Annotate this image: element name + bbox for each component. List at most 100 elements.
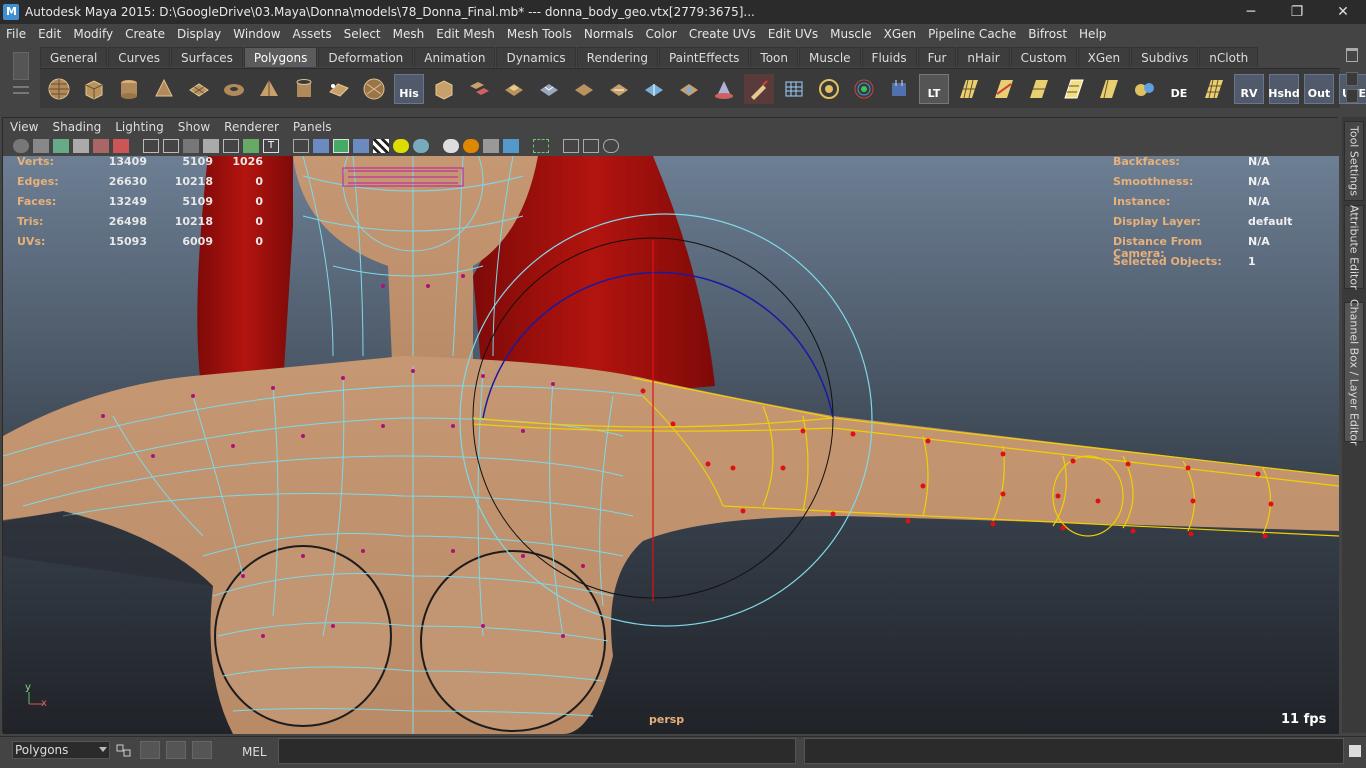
fill-hole-icon[interactable] xyxy=(674,74,704,104)
shelf-tab-animation[interactable]: Animation xyxy=(414,47,496,67)
extract-icon[interactable] xyxy=(499,74,529,104)
bookmark-icon[interactable] xyxy=(53,139,69,153)
depth-of-field-icon[interactable] xyxy=(503,139,519,153)
smooth-icon[interactable] xyxy=(534,74,564,104)
xray-icon[interactable] xyxy=(353,139,369,153)
menu-modify[interactable]: Modify xyxy=(67,27,119,41)
ambient-occlusion-icon[interactable] xyxy=(443,139,459,153)
motion-blur-icon[interactable] xyxy=(463,139,479,153)
menu-bifrost[interactable]: Bifrost xyxy=(1022,27,1073,41)
soft-mod-icon[interactable] xyxy=(709,74,739,104)
isolate-select-icon[interactable] xyxy=(533,139,549,153)
bake-icon[interactable] xyxy=(884,74,914,104)
field-chart-icon[interactable] xyxy=(223,139,239,153)
poly-soccer-ball-icon[interactable] xyxy=(359,74,389,104)
anti-aliasing-icon[interactable] xyxy=(483,139,499,153)
textured-icon[interactable] xyxy=(373,139,389,153)
menu-select[interactable]: Select xyxy=(338,27,387,41)
shelf-drag-handle-icon[interactable] xyxy=(13,86,29,94)
menu-pipeline-cache[interactable]: Pipeline Cache xyxy=(922,27,1022,41)
panel-menu-lighting[interactable]: Lighting xyxy=(108,120,171,134)
panel-menu-panels[interactable]: Panels xyxy=(286,120,339,134)
shelf-tab-curves[interactable]: Curves xyxy=(108,47,170,67)
wireframe-cage-icon[interactable] xyxy=(779,74,809,104)
uv-layout-icon[interactable] xyxy=(954,74,984,104)
separate-icon[interactable] xyxy=(464,74,494,104)
menu-display[interactable]: Display xyxy=(171,27,227,41)
shelf-tab-dynamics[interactable]: Dynamics xyxy=(496,47,576,67)
wireframe-shading-icon[interactable] xyxy=(293,139,309,153)
use-all-lights-icon[interactable] xyxy=(393,139,409,153)
uv-cut-icon[interactable] xyxy=(989,74,1019,104)
menu-mesh[interactable]: Mesh xyxy=(387,27,431,41)
xray-active-components-icon[interactable] xyxy=(583,139,599,153)
poly-plane-icon[interactable] xyxy=(184,74,214,104)
extrude-icon[interactable] xyxy=(569,74,599,104)
shelf-tab-toon[interactable]: Toon xyxy=(750,47,799,67)
out-button[interactable]: Out xyxy=(1304,73,1334,104)
display-edges-icon[interactable] xyxy=(1129,74,1159,104)
menu-set-selector[interactable]: Polygons xyxy=(12,741,110,759)
poly-cylinder-icon[interactable] xyxy=(114,74,144,104)
shelf-tab-xgen[interactable]: XGen xyxy=(1077,47,1131,67)
shelf-menu-icon[interactable] xyxy=(13,52,29,80)
menu-xgen[interactable]: XGen xyxy=(878,27,923,41)
shelf-grip[interactable] xyxy=(8,46,34,108)
panel-menu-shading[interactable]: Shading xyxy=(45,120,108,134)
menu-edit-uvs[interactable]: Edit UVs xyxy=(762,27,824,41)
uv-sew-icon[interactable] xyxy=(1024,74,1054,104)
script-editor-toggle-icon[interactable] xyxy=(192,741,212,759)
film-gate-icon[interactable] xyxy=(163,139,179,153)
uv-grid-icon[interactable] xyxy=(1199,74,1229,104)
menu-file[interactable]: File xyxy=(0,27,32,41)
poly-prism-icon[interactable] xyxy=(254,74,284,104)
rv-button[interactable]: RV xyxy=(1234,73,1264,104)
shelf-scroll-arrows[interactable] xyxy=(1346,72,1358,104)
command-input[interactable] xyxy=(278,738,796,764)
shelf-tab-general[interactable]: General xyxy=(40,47,108,67)
target-weld-icon[interactable] xyxy=(814,74,844,104)
xray-joints-icon[interactable] xyxy=(563,139,579,153)
maximize-button[interactable]: ❐ xyxy=(1274,0,1320,24)
poly-sphere-icon[interactable] xyxy=(44,74,74,104)
tab-attribute-editor[interactable]: Attribute Editor xyxy=(1344,205,1364,289)
two-d-pan-zoom-icon[interactable] xyxy=(93,139,109,153)
menu-window[interactable]: Window xyxy=(227,27,286,41)
shelf-scroll-down-icon[interactable] xyxy=(1346,89,1358,103)
poly-torus-icon[interactable] xyxy=(219,74,249,104)
tab-channel-box[interactable]: Channel Box / Layer Editor xyxy=(1344,299,1364,445)
menu-create[interactable]: Create xyxy=(119,27,171,41)
menu-create-uvs[interactable]: Create UVs xyxy=(683,27,762,41)
de-button[interactable]: DE xyxy=(1164,73,1194,104)
script-language-label[interactable]: MEL xyxy=(242,745,267,759)
shelf-tab-polygons[interactable]: Polygons xyxy=(243,47,318,67)
safe-title-icon[interactable]: T xyxy=(263,139,279,153)
snap-icon[interactable] xyxy=(114,741,134,759)
shadows-icon[interactable] xyxy=(413,139,429,153)
shelf-tab-custom[interactable]: Custom xyxy=(1010,47,1077,67)
panel-menu-show[interactable]: Show xyxy=(171,120,217,134)
panel-menu-renderer[interactable]: Renderer xyxy=(217,120,286,134)
menu-assets[interactable]: Assets xyxy=(287,27,338,41)
select-camera-icon[interactable] xyxy=(13,139,29,153)
shelf-scroll-up-icon[interactable] xyxy=(1346,72,1358,86)
shelf-tab-rendering[interactable]: Rendering xyxy=(576,47,658,67)
uv-move-sew-icon[interactable] xyxy=(1094,74,1124,104)
history-toggle-button[interactable]: His xyxy=(394,73,424,104)
shelf-tab-muscle[interactable]: Muscle xyxy=(799,47,861,67)
shelf-tab-ncloth[interactable]: nCloth xyxy=(1199,47,1259,67)
grease-pencil-icon[interactable] xyxy=(113,139,129,153)
tab-tool-settings[interactable]: Tool Settings xyxy=(1344,121,1364,201)
menu-edit[interactable]: Edit xyxy=(32,27,67,41)
outliner-toggle-icon[interactable] xyxy=(140,741,160,759)
poly-helix-icon[interactable] xyxy=(324,74,354,104)
shelf-tab-painteffects[interactable]: PaintEffects xyxy=(658,47,750,67)
poly-cube-icon[interactable] xyxy=(79,74,109,104)
safe-action-icon[interactable] xyxy=(243,139,259,153)
shelf-tab-deformation[interactable]: Deformation xyxy=(318,47,414,67)
shelf-tab-fur[interactable]: Fur xyxy=(917,47,957,67)
gate-mask-icon[interactable] xyxy=(203,139,219,153)
shelf-tab-fluids[interactable]: Fluids xyxy=(861,47,917,67)
poly-pipe-icon[interactable] xyxy=(289,74,319,104)
close-button[interactable]: ✕ xyxy=(1320,0,1366,24)
